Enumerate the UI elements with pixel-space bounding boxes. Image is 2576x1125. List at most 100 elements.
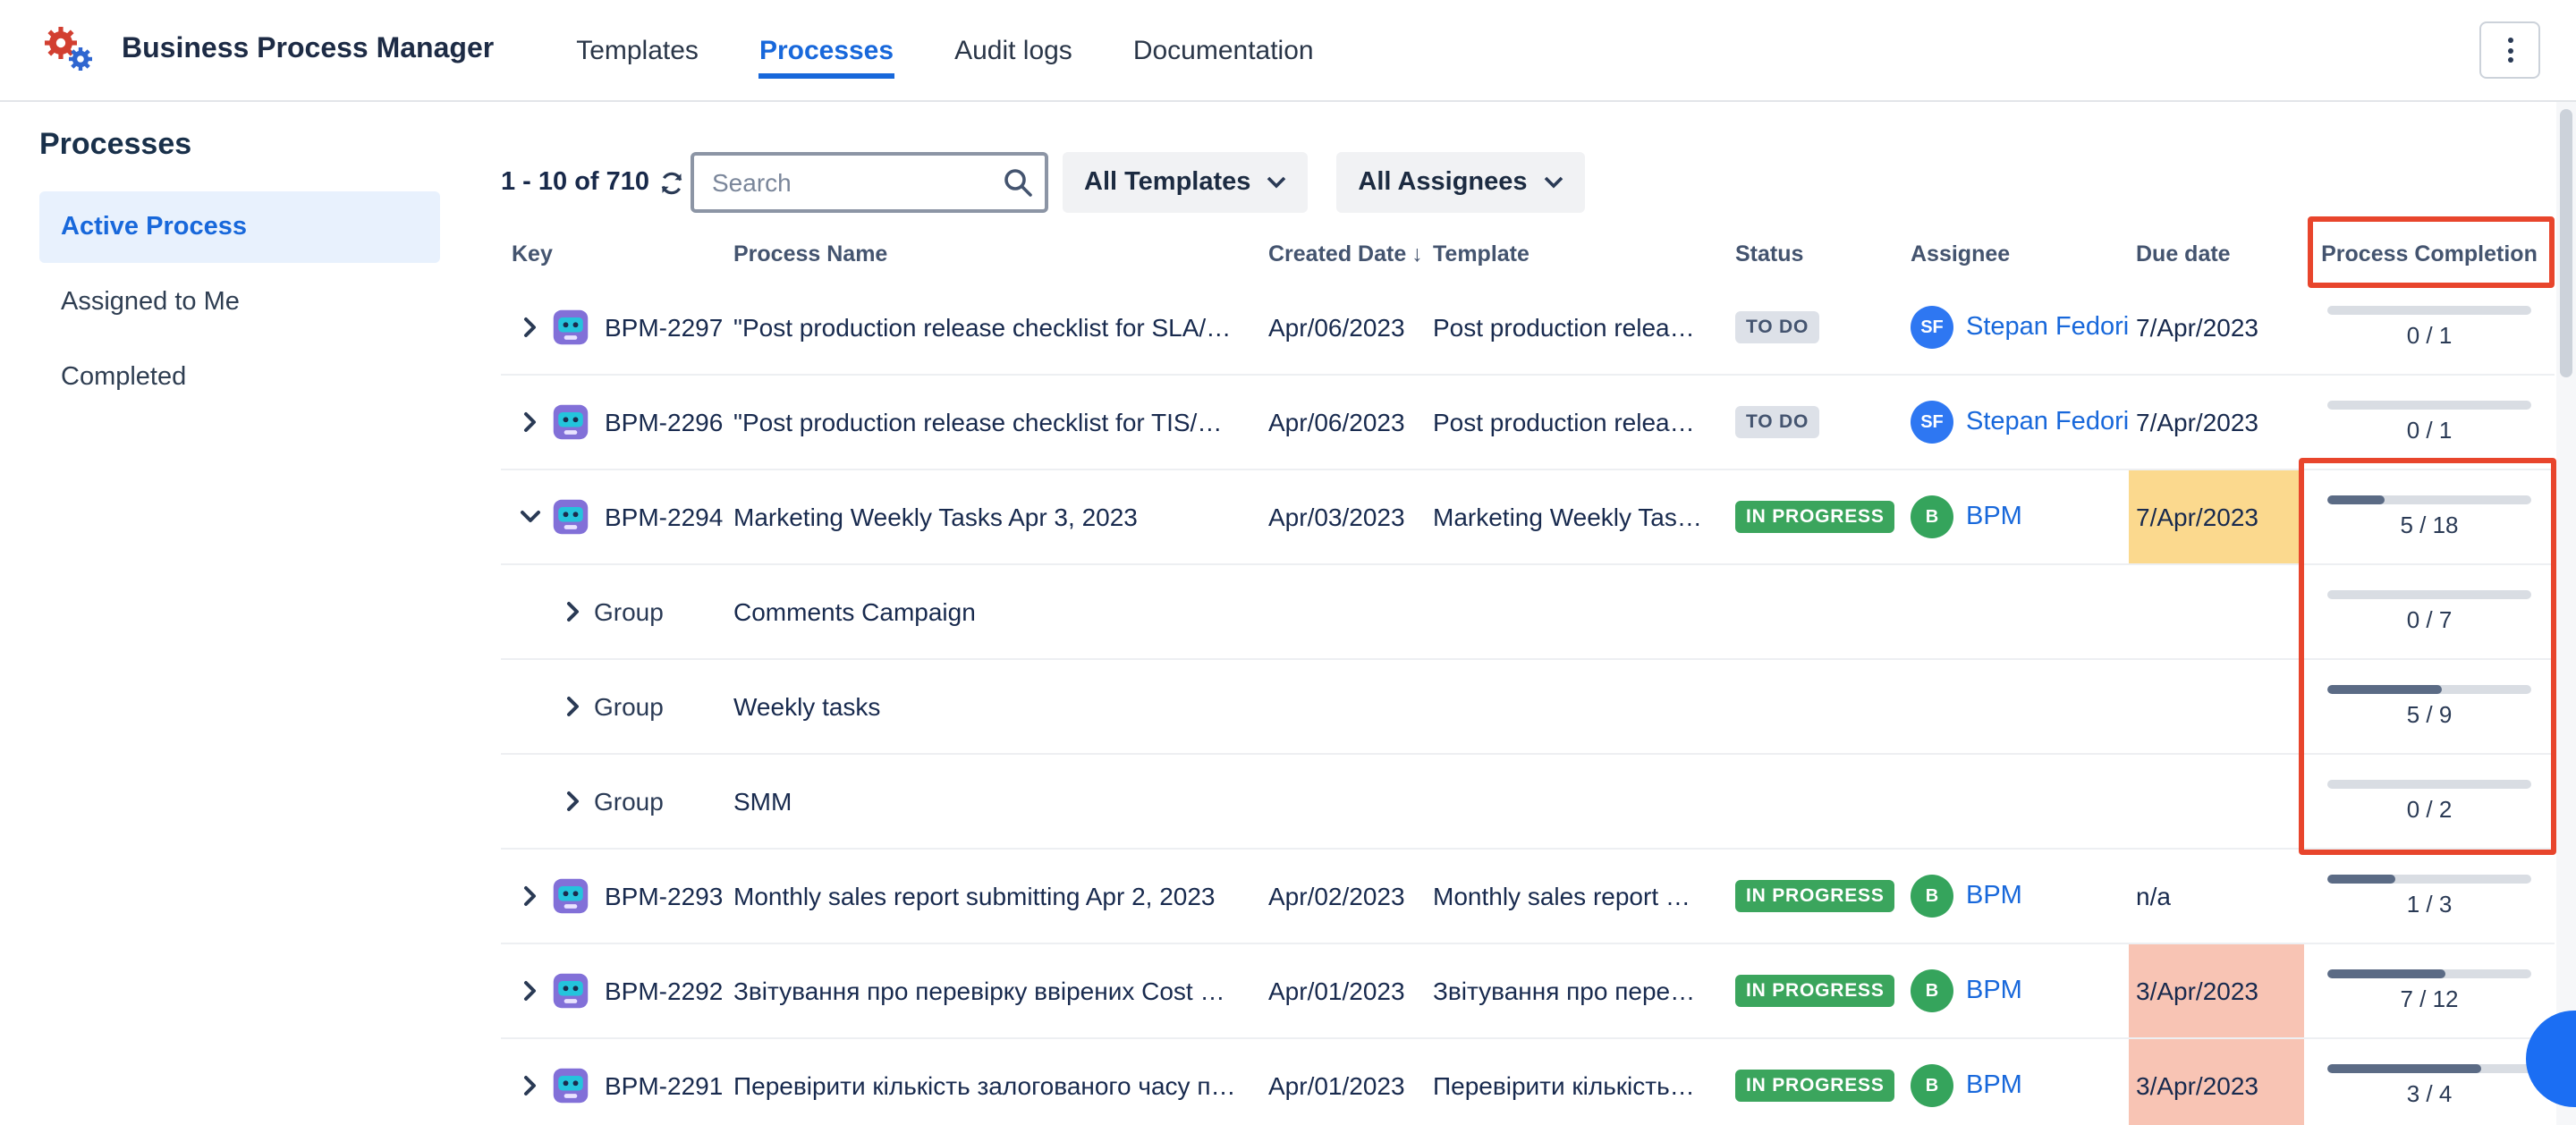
overflow-menu-button[interactable]: [2479, 21, 2540, 79]
process-key: BPM-2291: [605, 1039, 733, 1125]
group-expander-icon[interactable]: [563, 601, 582, 622]
process-name: Monthly sales report submitting Apr 2, 2…: [733, 850, 1254, 943]
template-name: Monthly sales report …: [1433, 850, 1728, 943]
assignee-avatar: B: [1911, 1064, 1953, 1107]
column-template[interactable]: Template: [1433, 241, 1728, 266]
created-date: Apr/01/2023: [1254, 1039, 1433, 1125]
due-date: 7/Apr/2023: [2136, 503, 2258, 531]
due-date: 3/Apr/2023: [2136, 977, 2258, 1005]
pagination: 1 - 10 of 710: [501, 168, 691, 197]
status-badge: IN PROGRESS: [1735, 1070, 1895, 1102]
group-label: Group: [594, 565, 733, 658]
table-row: BPM-2292 Звітування про перевірку ввірен…: [501, 944, 2555, 1039]
assignee-link[interactable]: BPM: [1966, 503, 2022, 531]
progress-bar: [2327, 780, 2531, 789]
column-process-completion[interactable]: Process Completion: [2304, 241, 2555, 266]
refresh-icon[interactable]: [658, 169, 685, 196]
sidebar-item-completed[interactable]: Completed: [39, 342, 440, 413]
created-date: Apr/03/2023: [1254, 470, 1433, 563]
assignee-link[interactable]: Stepan Fedori: [1966, 313, 2129, 342]
assignee-filter-dropdown[interactable]: All Assignees: [1336, 152, 1584, 213]
table-header: Key Process Name Created Date↓ Template …: [501, 227, 2555, 281]
assignee-link[interactable]: BPM: [1966, 882, 2022, 910]
assignee-avatar: B: [1911, 875, 1953, 918]
page-title: Processes: [39, 123, 501, 166]
viewport: Business Process Manager Templates Proce…: [0, 0, 2576, 1125]
assignee-link[interactable]: BPM: [1966, 1071, 2022, 1100]
nav-processes[interactable]: Processes: [759, 35, 894, 65]
sidebar-item-assigned-to-me[interactable]: Assigned to Me: [39, 266, 440, 338]
status-badge: IN PROGRESS: [1735, 501, 1895, 533]
table-row: BPM-2296 "Post production release checkl…: [501, 376, 2555, 470]
group-name: Comments Campaign: [733, 565, 1254, 658]
process-name: Marketing Weekly Tasks Apr 3, 2023: [733, 470, 1254, 563]
column-assignee[interactable]: Assignee: [1907, 241, 2129, 266]
row-expander-icon[interactable]: [520, 411, 539, 433]
row-expander-icon[interactable]: [520, 1075, 539, 1096]
group-row: Group Weekly tasks 5 / 9: [501, 660, 2555, 755]
template-name: Marketing Weekly Tas…: [1433, 470, 1728, 563]
group-expander-icon[interactable]: [563, 791, 582, 812]
column-created-date[interactable]: Created Date↓: [1254, 241, 1433, 266]
assignee-link[interactable]: Stepan Fedori: [1966, 408, 2129, 436]
status-badge: IN PROGRESS: [1735, 880, 1895, 912]
process-key: BPM-2293: [605, 850, 733, 943]
group-row: Group Comments Campaign 0 / 7: [501, 565, 2555, 660]
search-input[interactable]: [691, 152, 1048, 213]
completion-count: 0 / 2: [2407, 796, 2453, 823]
assignee-avatar: SF: [1911, 401, 1953, 444]
search-icon[interactable]: [1002, 166, 1034, 207]
template-filter-dropdown[interactable]: All Templates: [1063, 152, 1308, 213]
due-date: n/a: [2136, 882, 2171, 910]
app-header: Business Process Manager Templates Proce…: [0, 0, 2576, 102]
column-process-name[interactable]: Process Name: [733, 227, 1254, 281]
process-icon: [551, 402, 590, 442]
chevron-down-icon: [1267, 168, 1286, 197]
nav-documentation[interactable]: Documentation: [1133, 35, 1314, 65]
pagination-label: 1 - 10 of 710: [501, 168, 649, 197]
nav-audit-logs[interactable]: Audit logs: [954, 35, 1072, 65]
template-name: Перевірити кількість…: [1433, 1039, 1728, 1125]
column-status[interactable]: Status: [1728, 241, 1907, 266]
assignee-avatar: B: [1911, 969, 1953, 1012]
progress-fill: [2327, 685, 2442, 694]
template-name: Post production relea…: [1433, 376, 1728, 469]
process-icon: [551, 497, 590, 537]
assignee-link[interactable]: BPM: [1966, 977, 2022, 1005]
status-badge: TO DO: [1735, 406, 1819, 438]
column-key[interactable]: Key: [508, 241, 733, 266]
group-expander-icon[interactable]: [563, 696, 582, 717]
app-title: Business Process Manager: [122, 34, 494, 66]
completion-count: 0 / 1: [2407, 322, 2453, 349]
group-name: SMM: [733, 755, 1254, 848]
column-due-date[interactable]: Due date: [2129, 241, 2304, 266]
progress-bar: [2327, 306, 2531, 315]
vertical-scrollbar[interactable]: [2556, 102, 2576, 1125]
process-name: "Post production release checklist for T…: [733, 376, 1254, 469]
due-date: 7/Apr/2023: [2136, 313, 2258, 342]
process-name: Перевірити кількість залогованого часу п…: [733, 1039, 1254, 1125]
table-body: BPM-2297 "Post production release checkl…: [501, 281, 2555, 1125]
sidebar-item-active-process[interactable]: Active Process: [39, 191, 440, 263]
completion-count: 5 / 9: [2407, 701, 2453, 728]
row-expander-icon[interactable]: [520, 317, 539, 338]
progress-bar: [2327, 401, 2531, 410]
progress-fill: [2327, 875, 2394, 884]
progress-bar: [2327, 969, 2531, 978]
progress-fill: [2327, 969, 2445, 978]
template-name: Post production relea…: [1433, 281, 1728, 374]
completion-count: 3 / 4: [2407, 1080, 2453, 1107]
page: Business Process Manager Templates Proce…: [0, 0, 2576, 1125]
progress-bar: [2327, 590, 2531, 599]
scrollbar-thumb[interactable]: [2560, 109, 2572, 377]
row-expander-icon[interactable]: [520, 980, 539, 1002]
chevron-down-icon: [1544, 168, 1563, 197]
row-expander-icon[interactable]: [519, 507, 540, 527]
nav-templates[interactable]: Templates: [576, 35, 699, 65]
assignee-avatar: SF: [1911, 306, 1953, 349]
top-nav: Templates Processes Audit logs Documenta…: [576, 0, 1313, 100]
row-expander-icon[interactable]: [520, 885, 539, 907]
table-row: BPM-2291 Перевірити кількість залоговано…: [501, 1039, 2555, 1125]
due-date: 3/Apr/2023: [2136, 1071, 2258, 1100]
created-date: Apr/01/2023: [1254, 944, 1433, 1037]
